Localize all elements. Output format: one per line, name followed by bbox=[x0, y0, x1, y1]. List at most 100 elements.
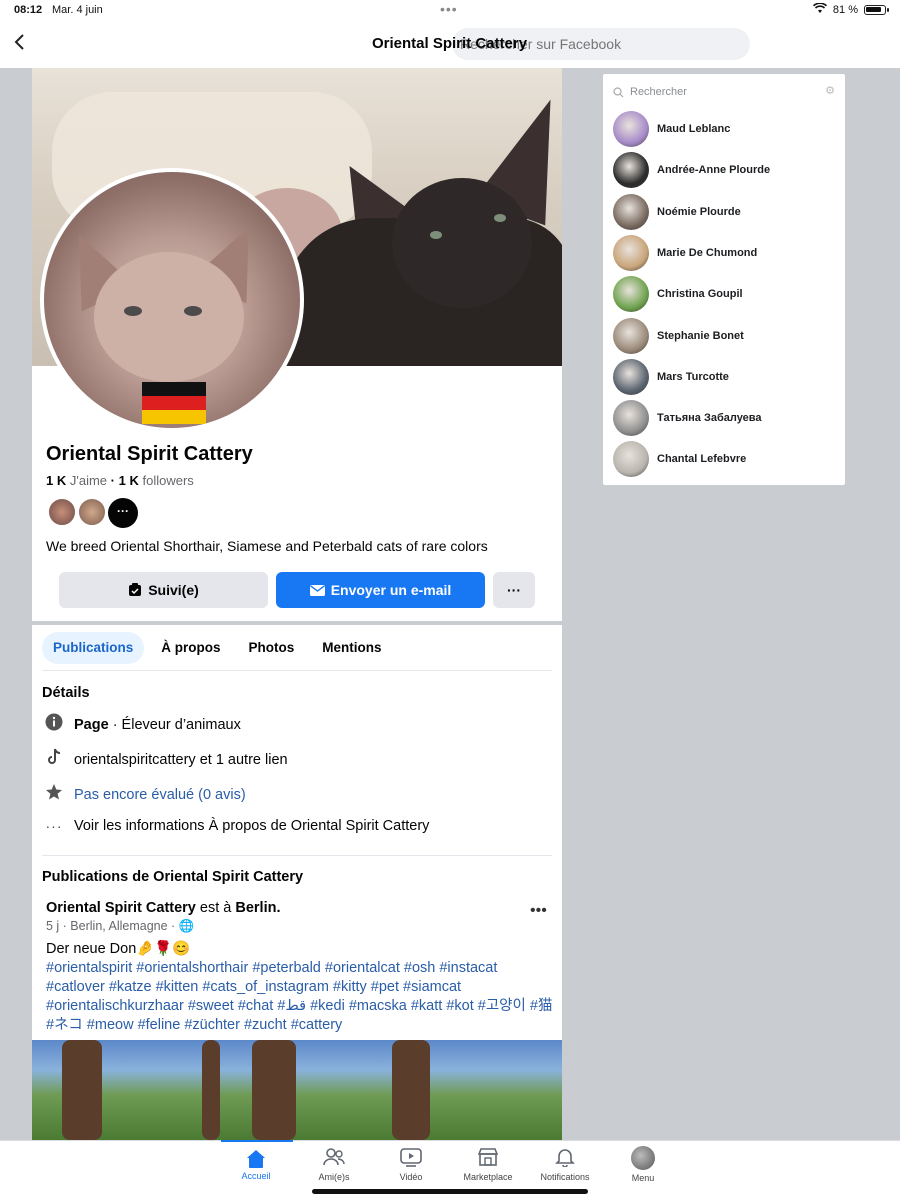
nav-active-indicator bbox=[221, 1140, 293, 1142]
cover-cat-eye bbox=[430, 231, 442, 239]
video-icon bbox=[400, 1147, 422, 1169]
more-friends-button[interactable]: ··· bbox=[108, 498, 138, 528]
contact-item[interactable]: Татьяна Забалуева bbox=[613, 399, 762, 437]
multitask-dots-icon[interactable]: ••• bbox=[440, 1, 458, 17]
post-location-prefix: est à bbox=[195, 900, 236, 916]
stats-separator: · bbox=[110, 473, 115, 488]
followers-label: followers bbox=[142, 473, 194, 488]
profile-avatar[interactable] bbox=[40, 168, 304, 432]
profile-tabs: Publications À propos Photos Mentions bbox=[42, 632, 393, 664]
post-hashtags[interactable]: #orientalspirit #orientalshorthair #pete… bbox=[46, 959, 558, 1035]
email-label: Envoyer un e-mail bbox=[330, 582, 452, 598]
status-date: Mar. 4 juin bbox=[52, 4, 103, 16]
contacts-search-placeholder: Rechercher bbox=[630, 86, 687, 98]
chevron-left-icon bbox=[14, 34, 24, 50]
email-button[interactable]: Envoyer un e-mail bbox=[276, 572, 485, 608]
tab-mentions[interactable]: Mentions bbox=[311, 632, 392, 664]
friends-icon bbox=[323, 1147, 345, 1169]
contact-item[interactable]: Noémie Plourde bbox=[613, 193, 741, 231]
page-label: Page bbox=[74, 716, 109, 733]
likes-count: 1 K bbox=[46, 473, 67, 488]
friend-avatar[interactable] bbox=[78, 498, 106, 526]
post-image[interactable] bbox=[32, 1040, 562, 1140]
rating-text[interactable]: Pas encore évalué (0 avis) bbox=[74, 787, 246, 803]
about-text[interactable]: Voir les informations À propos de Orient… bbox=[74, 818, 429, 834]
section-divider bbox=[32, 621, 562, 625]
german-flag-icon bbox=[142, 382, 206, 424]
gear-icon[interactable]: ⚙ bbox=[825, 84, 835, 97]
nav-label: Vidéo bbox=[399, 1172, 423, 1182]
tabs-divider bbox=[42, 670, 552, 671]
details-divider bbox=[42, 855, 552, 856]
tree-trunk bbox=[62, 1040, 102, 1140]
more-options-button[interactable]: ··· bbox=[493, 572, 535, 608]
contact-item[interactable]: Stephanie Bonet bbox=[613, 317, 744, 355]
nav-menu[interactable]: Menu bbox=[605, 1146, 681, 1187]
contact-name: Marie De Chumond bbox=[657, 246, 758, 259]
status-time: 08:12 bbox=[14, 4, 43, 16]
contact-name: Maud Leblanc bbox=[657, 123, 731, 135]
likes-label: J'aime bbox=[69, 473, 108, 488]
detail-about-link[interactable]: ··· Voir les informations À propos de Or… bbox=[44, 818, 430, 834]
nav-home[interactable]: Accueil bbox=[218, 1147, 294, 1187]
mutual-friends[interactable]: ··· bbox=[48, 498, 138, 528]
profile-actions: Suivi(e) Envoyer un e-mail ··· bbox=[59, 572, 535, 608]
wifi-icon bbox=[812, 2, 827, 17]
nav-marketplace[interactable]: Marketplace bbox=[450, 1147, 526, 1187]
contact-item[interactable]: Andrée-Anne Plourde bbox=[613, 151, 770, 189]
followers-count: 1 K bbox=[118, 473, 139, 488]
post-more-icon[interactable]: ••• bbox=[530, 902, 547, 920]
post-author[interactable]: Oriental Spirit Cattery bbox=[46, 900, 196, 916]
profile-stats: 1 K J'aime · 1 K followers bbox=[46, 473, 194, 488]
battery-icon bbox=[864, 5, 889, 15]
ellipsis-icon: ··· bbox=[45, 818, 63, 834]
contacts-search[interactable]: Rechercher ⚙ bbox=[613, 82, 835, 102]
star-icon bbox=[44, 783, 64, 806]
page-title: Oriental Spirit Cattery bbox=[372, 35, 528, 52]
post-place[interactable]: Berlin. bbox=[235, 900, 280, 916]
contact-item[interactable]: Mars Turcotte bbox=[613, 358, 729, 396]
contact-item[interactable]: Christina Goupil bbox=[613, 275, 743, 313]
tab-publications[interactable]: Publications bbox=[42, 632, 145, 664]
friend-avatar[interactable] bbox=[48, 498, 76, 526]
cover-cat-head bbox=[392, 178, 532, 308]
page-category: · Éleveur d’animaux bbox=[108, 716, 241, 733]
post-body: Der neue Don🤌🌹😊 #orientalspirit #orienta… bbox=[46, 940, 558, 1035]
tree-trunk bbox=[392, 1040, 430, 1140]
posts-title: Publications de Oriental Spirit Cattery bbox=[42, 869, 304, 885]
detail-link[interactable]: orientalspiritcattery et 1 autre lien bbox=[44, 748, 288, 771]
contact-avatar bbox=[613, 358, 649, 395]
detail-rating[interactable]: Pas encore évalué (0 avis) bbox=[44, 783, 246, 806]
follow-button[interactable]: Suivi(e) bbox=[59, 572, 268, 608]
profile-bio: We breed Oriental Shorthair, Siamese and… bbox=[46, 538, 488, 554]
nav-video[interactable]: Vidéo bbox=[373, 1147, 449, 1187]
contact-avatar bbox=[613, 317, 649, 354]
contact-item[interactable]: Marie De Chumond bbox=[613, 234, 757, 272]
kitten-eye bbox=[184, 306, 202, 316]
tree-trunk bbox=[252, 1040, 296, 1140]
contact-item[interactable]: Chantal Lefebvre bbox=[613, 440, 746, 478]
contact-name: Christina Goupil bbox=[657, 288, 743, 301]
home-indicator[interactable] bbox=[312, 1189, 588, 1194]
post-meta: 5 j · Berlin, Allemagne · 🌐 bbox=[46, 919, 195, 933]
back-button[interactable] bbox=[10, 32, 34, 56]
marketplace-icon bbox=[477, 1147, 499, 1169]
nav-label: Menu bbox=[631, 1173, 655, 1183]
contact-item[interactable]: Maud Leblanc bbox=[613, 110, 730, 148]
contact-avatar bbox=[613, 152, 649, 189]
contact-avatar bbox=[613, 193, 649, 230]
nav-friends[interactable]: Ami(e)s bbox=[296, 1147, 372, 1187]
nav-label: Ami(e)s bbox=[318, 1172, 350, 1182]
post-header: Oriental Spirit Cattery est à Berlin. bbox=[46, 900, 281, 916]
contact-name: Stephanie Bonet bbox=[657, 329, 744, 342]
home-icon bbox=[246, 1150, 266, 1168]
profile-name: Oriental Spirit Cattery bbox=[46, 443, 253, 465]
tab-about[interactable]: À propos bbox=[150, 632, 231, 664]
links-text[interactable]: orientalspiritcattery et 1 autre lien bbox=[74, 752, 288, 768]
follow-check-icon bbox=[129, 583, 142, 596]
contact-name: Noémie Plourde bbox=[657, 205, 741, 218]
tiktok-icon bbox=[44, 748, 64, 771]
tab-photos[interactable]: Photos bbox=[238, 632, 306, 664]
nav-label: Marketplace bbox=[463, 1172, 513, 1182]
nav-notifications[interactable]: Notifications bbox=[527, 1147, 603, 1187]
